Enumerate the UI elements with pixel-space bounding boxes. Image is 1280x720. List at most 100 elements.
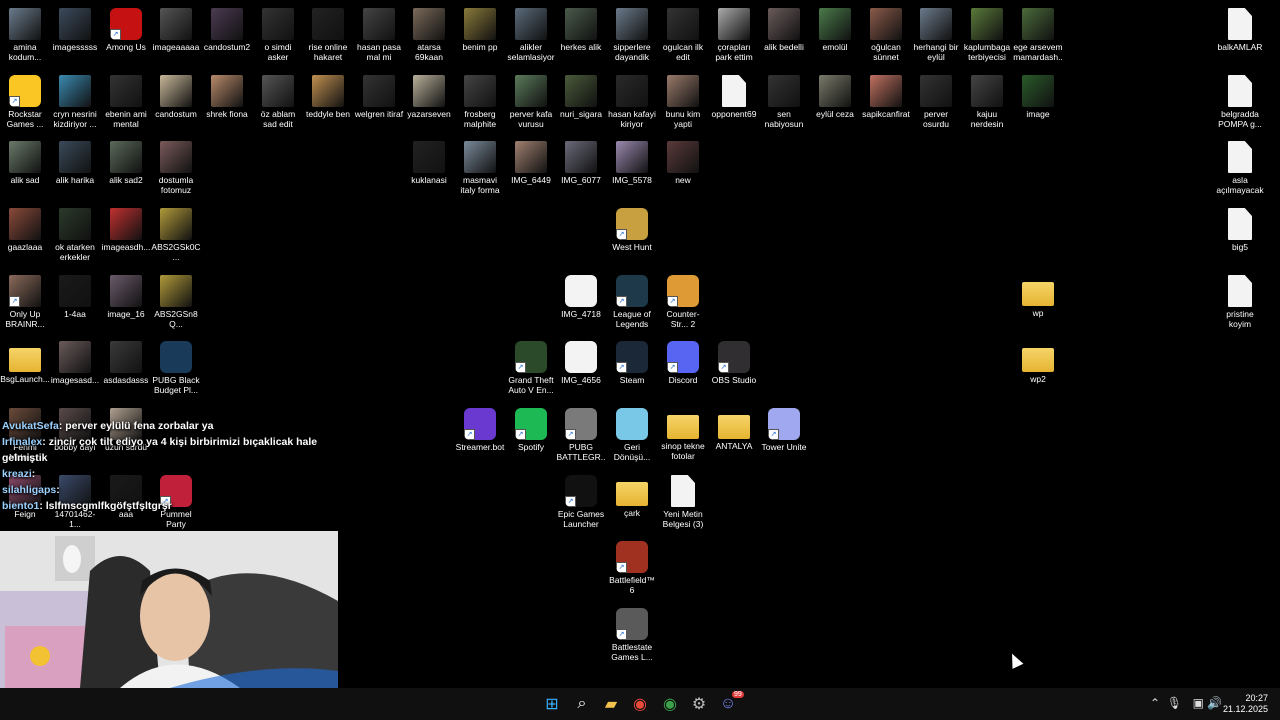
desktop-icon[interactable]: ↗ Rockstar Games ... xyxy=(0,72,50,129)
desktop-icon[interactable]: nuri_sigara xyxy=(556,72,606,119)
desktop-icon[interactable]: imageasdh... xyxy=(101,205,151,252)
desktop-icon[interactable]: ↗ PUBG BATTLEGR... xyxy=(556,405,606,462)
desktop-icon[interactable]: alik sad2 xyxy=(101,138,151,185)
desktop-icon[interactable]: eylül ceza xyxy=(810,72,860,119)
desktop-icon[interactable]: BsgLaunch... xyxy=(0,338,50,384)
desktop-icon[interactable]: cryn nesrini kizdiriyor ... xyxy=(50,72,100,129)
desktop-icon[interactable]: ANTALYA xyxy=(709,405,759,451)
desktop-icon[interactable]: o simdi asker xyxy=(253,5,303,62)
desktop-icon[interactable]: kajuu nerdesin xyxy=(962,72,1012,129)
desktop-icon[interactable]: öz ablam sad edit xyxy=(253,72,303,129)
desktop-icon[interactable]: ↗ Tower Unite xyxy=(759,405,809,452)
desktop-icon[interactable]: ebenin ami mental xyxy=(101,72,151,129)
desktop-icon[interactable]: ogulcan ilk edit xyxy=(658,5,708,62)
desktop-icon[interactable]: shrek fiona xyxy=(202,72,252,119)
desktop-icon[interactable]: IMG_4718 xyxy=(556,272,606,319)
desktop-icon[interactable]: ↗ Spotify xyxy=(506,405,556,452)
desktop-icon[interactable]: çark xyxy=(607,472,657,518)
desktop-icon[interactable]: dostumla fotomuz xyxy=(151,138,201,195)
desktop-icon[interactable]: wp2 xyxy=(1013,338,1063,384)
desktop-icon[interactable]: IMG_6077 xyxy=(556,138,606,185)
desktop-icon[interactable]: atarsa 69kaan xyxy=(404,5,454,62)
desktop-icon[interactable]: ABS2GSk0C... xyxy=(151,205,201,262)
start-button[interactable]: ⊞ xyxy=(540,692,564,716)
desktop-icon[interactable]: emolül xyxy=(810,5,860,52)
desktop-icon[interactable]: image xyxy=(1013,72,1063,119)
desktop-icon[interactable]: belgradda POMPA g... xyxy=(1215,72,1265,129)
desktop-icon[interactable]: masmavi italy forma xyxy=(455,138,505,195)
desktop-icon[interactable]: Geri Dönüşü... xyxy=(607,405,657,462)
desktop-icon[interactable]: asdasdasss xyxy=(101,338,151,385)
desktop-icon[interactable]: herkes alik xyxy=(556,5,606,52)
network-icon[interactable]: ▣ xyxy=(1193,696,1204,710)
desktop-icon[interactable]: kuklanasi xyxy=(404,138,454,185)
desktop-icon[interactable]: ↗ Grand Theft Auto V En... xyxy=(506,338,556,395)
desktop-icon[interactable]: opponent69 xyxy=(709,72,759,119)
desktop-icon[interactable]: ↗ Counter-Str... 2 xyxy=(658,272,708,329)
desktop-icon[interactable]: sen nabiyosun ya xyxy=(759,72,809,129)
desktop-icon[interactable]: yazarseven xyxy=(404,72,454,119)
desktop-icon[interactable]: gaazlaaa xyxy=(0,205,50,252)
desktop-icon[interactable]: oğulcan sünnet xyxy=(861,5,911,62)
desktop-icon[interactable]: ABS2GSn8Q... xyxy=(151,272,201,329)
chrome-button[interactable]: ◉ xyxy=(628,692,652,716)
desktop-icon[interactable]: rise online hakaret xyxy=(303,5,353,62)
desktop-icon[interactable]: image_16 xyxy=(101,272,151,319)
desktop-icon[interactable]: new xyxy=(658,138,708,185)
desktop-icon[interactable]: perver osurdu xyxy=(911,72,961,129)
desktop-icon[interactable]: ↗ West Hunt xyxy=(607,205,657,252)
desktop-icon[interactable]: alik sad xyxy=(0,138,50,185)
desktop-icon[interactable]: ↗ Epic Games Launcher xyxy=(556,472,606,529)
desktop-icon[interactable]: ↗ Battlefield™ 6 xyxy=(607,538,657,595)
desktop-icon[interactable]: alikler selamlasiyor xyxy=(506,5,556,62)
desktop-icon[interactable]: IMG_6449 xyxy=(506,138,556,185)
desktop-icon[interactable]: wp xyxy=(1013,272,1063,318)
desktop-icon[interactable]: amina kodum... xyxy=(0,5,50,62)
desktop-icon[interactable]: ↗ Among Us xyxy=(101,5,151,52)
chrome-profile-button[interactable]: ◉ xyxy=(658,692,682,716)
microphone-icon[interactable]: 🎙 xyxy=(1167,696,1182,710)
desktop-icon[interactable]: hasan pasa mal mi xyxy=(354,5,404,62)
desktop-icon[interactable]: sinop tekne fotolar xyxy=(658,405,708,461)
desktop-icon[interactable]: perver kafa vurusu xyxy=(506,72,556,129)
desktop-icon[interactable]: imagesasd... xyxy=(50,338,100,385)
desktop-icon[interactable]: candostum2 xyxy=(202,5,252,52)
desktop-icon[interactable]: IMG_4656 xyxy=(556,338,606,385)
desktop-icon[interactable]: big5 xyxy=(1215,205,1265,252)
desktop-icon[interactable]: IMG_5578 xyxy=(607,138,657,185)
search-button[interactable]: ⌕ xyxy=(570,692,594,716)
desktop-icon[interactable]: ↗ OBS Studio xyxy=(709,338,759,385)
volume-icon[interactable]: 🔊 xyxy=(1207,696,1222,710)
desktop-icon[interactable]: ok atarken erkekler xyxy=(50,205,100,262)
desktop-icon[interactable]: 1-4aa xyxy=(50,272,100,319)
desktop-icon[interactable]: candostum xyxy=(151,72,201,119)
desktop-icon[interactable]: hasan kafayi kiriyor xyxy=(607,72,657,129)
desktop-icon[interactable]: alik bedelli xyxy=(759,5,809,52)
desktop-icon[interactable]: asla açılmayacak xyxy=(1215,138,1265,195)
desktop-icon[interactable]: benim pp xyxy=(455,5,505,52)
desktop-icon[interactable]: ege arsevem mamardash... xyxy=(1013,5,1063,62)
desktop-icon[interactable]: ↗ Only Up BRAINR... xyxy=(0,272,50,329)
desktop-icon[interactable]: herhangi bir eylül xyxy=(911,5,961,62)
file-explorer-button[interactable]: ▰ xyxy=(599,692,623,716)
desktop-icon[interactable]: ↗ Steam xyxy=(607,338,657,385)
desktop-icon[interactable]: ↗ Streamer.bot xyxy=(455,405,505,452)
steam-taskbar-button[interactable]: ⚙ xyxy=(687,692,711,716)
desktop-icon[interactable]: balkAMLAR xyxy=(1215,5,1265,52)
desktop-icon[interactable]: imagesssss xyxy=(50,5,100,52)
desktop-icon[interactable]: kaplumbaga terbiyecisi xyxy=(962,5,1012,62)
desktop-icon[interactable]: teddyle ben xyxy=(303,72,353,119)
desktop-icon[interactable]: PUBG Black Budget Pl... xyxy=(151,338,201,395)
desktop-icon[interactable]: sapikcanfirat xyxy=(861,72,911,119)
desktop-icon[interactable]: ↗ League of Legends xyxy=(607,272,657,329)
clock[interactable]: 20:27 21.12.2025 xyxy=(1223,693,1268,715)
desktop-icon[interactable]: bunu kim yapti xyxy=(658,72,708,129)
desktop-icon[interactable]: imageaaaaa xyxy=(151,5,201,52)
desktop-icon[interactable]: ↗ Discord xyxy=(658,338,708,385)
show-hidden-icons-button[interactable]: ⌃ xyxy=(1150,696,1160,710)
desktop-icon[interactable]: Yeni Metin Belgesi (3) xyxy=(658,472,708,529)
desktop-icon[interactable]: sipperlere dayandik xyxy=(607,5,657,62)
desktop-icon[interactable]: ↗ Battlestate Games L... xyxy=(607,605,657,662)
desktop-icon[interactable]: pristine koyim xyxy=(1215,272,1265,329)
desktop-icon[interactable]: welgren itiraf xyxy=(354,72,404,119)
